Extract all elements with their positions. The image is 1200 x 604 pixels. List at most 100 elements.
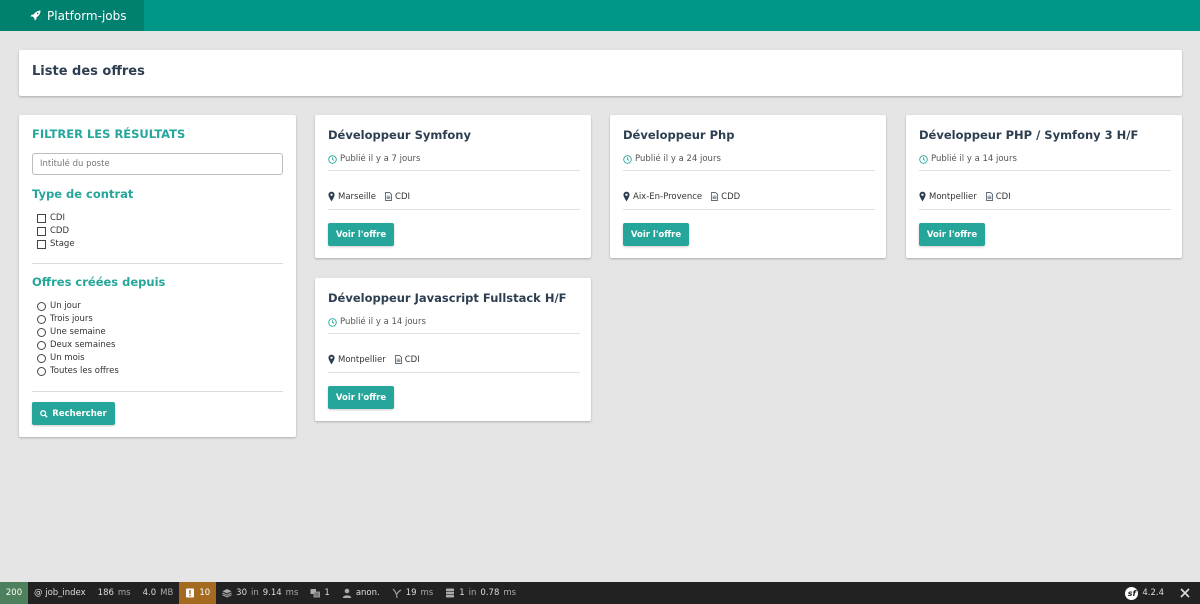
user-name: anon.	[355, 588, 380, 598]
map-marker-icon	[623, 191, 630, 202]
location-line: Aix-En-Provence CDD	[623, 191, 740, 202]
twig-time: 19	[405, 588, 417, 598]
document-icon	[385, 192, 392, 201]
job-title-search-input[interactable]	[32, 153, 283, 175]
memory-unit: MB	[160, 588, 174, 598]
divider	[919, 170, 1171, 171]
brand-link[interactable]: Platform-jobs	[0, 0, 144, 31]
contract-option-stage[interactable]: Stage	[37, 238, 75, 250]
close-toolbar-button[interactable]	[1170, 582, 1200, 604]
published-line: Publié il y a 14 jours	[328, 317, 426, 327]
map-marker-icon	[328, 191, 335, 202]
translation-count: 1	[324, 588, 330, 598]
db-unit: ms	[503, 588, 517, 598]
map-marker-icon	[328, 354, 335, 365]
since-option-one-month[interactable]: Un mois	[37, 352, 85, 364]
radio-button[interactable]	[37, 314, 46, 324]
job-title: Développeur Php	[623, 128, 735, 142]
search-button-label: Rechercher	[52, 408, 107, 419]
contract-option-cdd[interactable]: CDD	[37, 225, 69, 237]
divider	[328, 333, 580, 334]
search-icon	[40, 409, 49, 418]
cache-panel[interactable]: 30 in 9.14 ms	[216, 582, 304, 604]
location-line: Montpellier CDI	[328, 354, 420, 365]
published-line: Publié il y a 14 jours	[919, 154, 1017, 164]
document-icon	[711, 192, 719, 201]
filter-panel: FILTRER LES RÉSULTATS Type de contrat CD…	[19, 115, 296, 437]
location-text: Montpellier	[929, 191, 977, 202]
brand-name: Platform-jobs	[47, 8, 127, 23]
symfony-logo-icon: sf	[1125, 586, 1139, 600]
radio-button[interactable]	[37, 353, 46, 363]
database-icon	[446, 588, 455, 598]
top-navbar: Platform-jobs	[0, 0, 1200, 31]
since-option-label: Un jour	[50, 301, 81, 311]
time-value: 186	[97, 588, 114, 598]
db-time: 0.78	[480, 588, 500, 598]
cache-count: 30	[236, 588, 247, 598]
since-option-one-week[interactable]: Une semaine	[37, 326, 106, 338]
checkbox[interactable]	[37, 239, 46, 249]
radio-button[interactable]	[37, 301, 46, 311]
warnings-count: 10	[199, 588, 211, 598]
symfony-version-panel[interactable]: sf 4.2.4	[1119, 582, 1170, 604]
filter-heading: FILTRER LES RÉSULTATS	[32, 127, 186, 141]
view-offer-button[interactable]: Voir l'offre	[919, 223, 985, 246]
since-option-two-weeks[interactable]: Deux semaines	[37, 339, 115, 351]
published-line: Publié il y a 7 jours	[328, 154, 420, 164]
warning-icon	[186, 588, 195, 598]
warnings-panel[interactable]: 10	[179, 582, 217, 604]
radio-button[interactable]	[37, 327, 46, 337]
view-offer-button[interactable]: Voir l'offre	[328, 386, 394, 409]
contract-option-cdi[interactable]: CDI	[37, 212, 65, 224]
view-offer-button[interactable]: Voir l'offre	[623, 223, 689, 246]
twig-icon	[392, 588, 401, 598]
radio-button[interactable]	[37, 366, 46, 376]
since-option-label: Deux semaines	[50, 340, 116, 350]
checkbox[interactable]	[37, 213, 46, 223]
published-line: Publié il y a 24 jours	[623, 154, 721, 164]
close-icon	[1180, 588, 1190, 598]
contract-option-label: CDD	[50, 226, 70, 236]
checkbox[interactable]	[37, 226, 46, 236]
since-option-all[interactable]: Toutes les offres	[37, 365, 119, 377]
twig-unit: ms	[420, 588, 434, 598]
since-option-label: Un mois	[50, 353, 85, 363]
location-line: Montpellier CDI	[919, 191, 1011, 202]
job-card: Développeur Php Publié il y a 24 jours A…	[610, 115, 886, 258]
since-option-three-days[interactable]: Trois jours	[37, 313, 93, 325]
cache-time: 9.14	[262, 588, 282, 598]
job-card: Développeur Symfony Publié il y a 7 jour…	[315, 115, 591, 258]
route-name[interactable]: @ job_index	[28, 582, 92, 604]
divider	[32, 263, 283, 264]
since-option-label: Trois jours	[50, 314, 93, 324]
time-panel[interactable]: 186 ms	[92, 582, 137, 604]
since-option-label: Toutes les offres	[50, 366, 119, 376]
db-in: in	[468, 588, 477, 598]
contract-text: CDI	[404, 354, 420, 365]
memory-panel[interactable]: 4.0 MB	[137, 582, 180, 604]
twig-panel[interactable]: 19 ms	[386, 582, 440, 604]
contract-option-label: Stage	[50, 239, 75, 249]
translation-panel[interactable]: 1	[304, 582, 335, 604]
debug-toolbar-right: sf 4.2.4	[1119, 582, 1200, 604]
job-title: Développeur Javascript Fullstack H/F	[328, 291, 567, 305]
search-button[interactable]: Rechercher	[32, 402, 115, 425]
view-offer-button[interactable]: Voir l'offre	[328, 223, 394, 246]
status-code-badge[interactable]: 200	[0, 582, 28, 604]
contract-text: CDD	[721, 191, 741, 202]
since-option-one-day[interactable]: Un jour	[37, 300, 81, 312]
time-unit: ms	[117, 588, 131, 598]
job-card: Développeur PHP / Symfony 3 H/F Publié i…	[906, 115, 1182, 258]
radio-button[interactable]	[37, 340, 46, 350]
divider	[328, 170, 580, 171]
user-icon	[342, 588, 352, 598]
user-panel[interactable]: anon.	[336, 582, 386, 604]
published-text: Publié il y a 7 jours	[340, 154, 421, 164]
published-text: Publié il y a 24 jours	[635, 154, 721, 164]
location-line: Marseille CDI	[328, 191, 410, 202]
database-panel[interactable]: 1 in 0.78 ms	[439, 582, 522, 604]
document-icon	[985, 192, 993, 201]
contract-type-heading: Type de contrat	[32, 187, 134, 201]
created-since-heading: Offres créées depuis	[32, 275, 166, 289]
